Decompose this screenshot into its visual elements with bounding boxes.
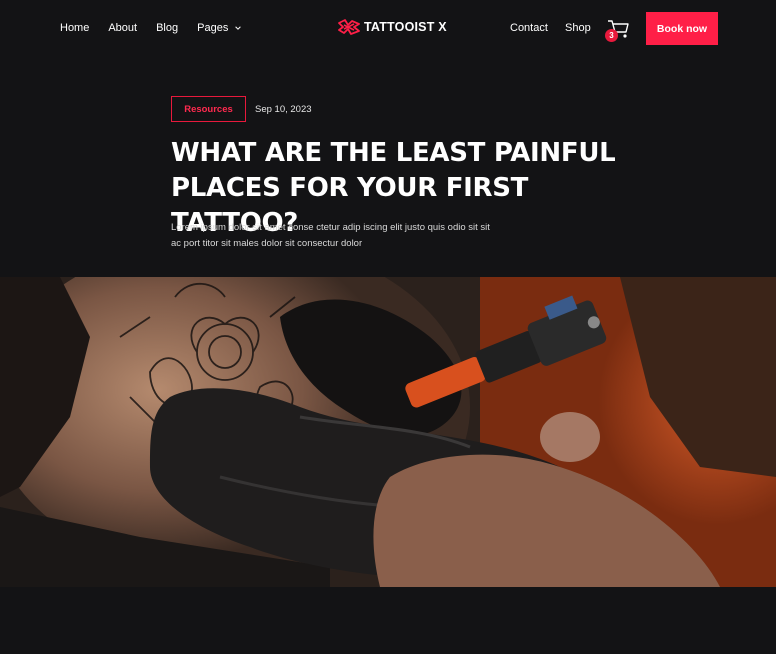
logo-mark-icon [338,19,360,35]
category-tag[interactable]: Resources [171,96,246,122]
nav-about[interactable]: About [108,22,137,34]
nav-home[interactable]: Home [60,22,89,34]
nav-about-label: About [108,22,138,34]
hero-image [0,277,776,587]
site-logo[interactable]: TATTOOIST X [338,19,447,35]
book-now-button[interactable]: Book now [646,12,718,45]
post-date: Sep 10, 2023 [255,103,312,115]
post-meta: Resources Sep 10, 2023 [171,96,312,122]
nav-pages-label: Pages [197,22,229,34]
chevron-down-icon [235,26,242,30]
post-excerpt: Lorem ipsum dolor sit amet conse ctetur … [171,222,490,249]
primary-nav: Home About Blog Pages [60,22,261,34]
nav-home-label: Home [60,22,90,34]
site-header: Home About Blog Pages TATTOOIST X Contac… [0,0,776,58]
nav-blog[interactable]: Blog [156,22,178,34]
cart-count-badge: 3 [605,29,618,42]
nav-contact[interactable]: Contact [510,22,548,34]
nav-shop[interactable]: Shop [565,22,591,34]
nav-pages-dropdown[interactable]: Pages [197,22,242,34]
logo-text: TATTOOIST X [364,20,447,34]
tattoo-photo-illustration [0,277,776,587]
nav-blog-label: Blog [156,22,179,34]
